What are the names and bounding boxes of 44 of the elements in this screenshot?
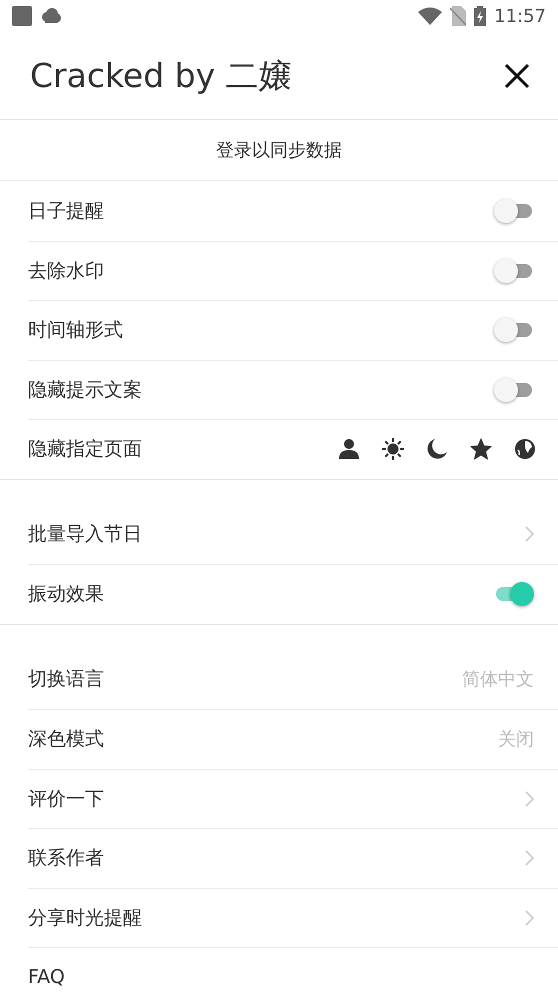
no-sim-icon xyxy=(450,6,466,26)
setting-label: 深色模式 xyxy=(28,727,104,752)
setting-label: 评价一下 xyxy=(28,786,104,812)
screen-title: Cracked by 二嬢 xyxy=(30,54,292,97)
toggle-switch[interactable] xyxy=(494,317,534,344)
page-icon-button[interactable] xyxy=(338,438,360,460)
page-icon-button[interactable] xyxy=(382,438,404,460)
setting-label: 联系作者 xyxy=(28,846,104,871)
status-time: 11:57 xyxy=(494,4,546,28)
setting-label: 批量导入节日 xyxy=(28,522,142,547)
setting-label: 隐藏指定页面 xyxy=(28,437,142,462)
close-button[interactable] xyxy=(504,62,530,88)
setting-value: 关闭 xyxy=(498,728,534,752)
close-icon xyxy=(504,62,530,88)
setting-label: 切换语言 xyxy=(28,667,104,692)
toggle-switch[interactable] xyxy=(494,258,534,284)
sign-in-link[interactable]: 登录以同步数据 xyxy=(216,136,342,164)
person-icon xyxy=(338,438,360,460)
setting-label: 去除水印 xyxy=(28,258,104,284)
setting-label: 日子提醒 xyxy=(28,198,104,224)
star-icon xyxy=(470,438,492,460)
moon-icon xyxy=(426,438,448,460)
sun-icon xyxy=(382,438,404,460)
chevron-right-icon xyxy=(525,526,534,542)
wifi-icon xyxy=(418,7,442,25)
chevron-right-icon xyxy=(525,910,534,926)
setting-label: 振动效果 xyxy=(28,582,104,607)
setting-label: 隐藏提示文案 xyxy=(28,378,142,402)
toggle-switch[interactable] xyxy=(494,198,534,224)
page-icon-button[interactable] xyxy=(514,438,536,460)
setting-label: 分享时光提醒 xyxy=(28,906,142,930)
toggle-switch[interactable] xyxy=(494,376,534,403)
page-icon-button[interactable] xyxy=(470,438,492,460)
chevron-right-icon xyxy=(525,850,534,866)
setting-label: FAQ xyxy=(28,965,65,990)
app-icon xyxy=(12,6,32,26)
chevron-right-icon xyxy=(525,790,534,807)
battery-charging-icon xyxy=(474,6,486,26)
setting-label: 时间轴形式 xyxy=(28,318,123,343)
globe-icon xyxy=(514,438,536,460)
page-icon-button[interactable] xyxy=(426,438,448,460)
setting-value: 简体中文 xyxy=(462,668,534,692)
toggle-switch[interactable] xyxy=(494,581,534,608)
cloud-icon xyxy=(40,7,62,25)
